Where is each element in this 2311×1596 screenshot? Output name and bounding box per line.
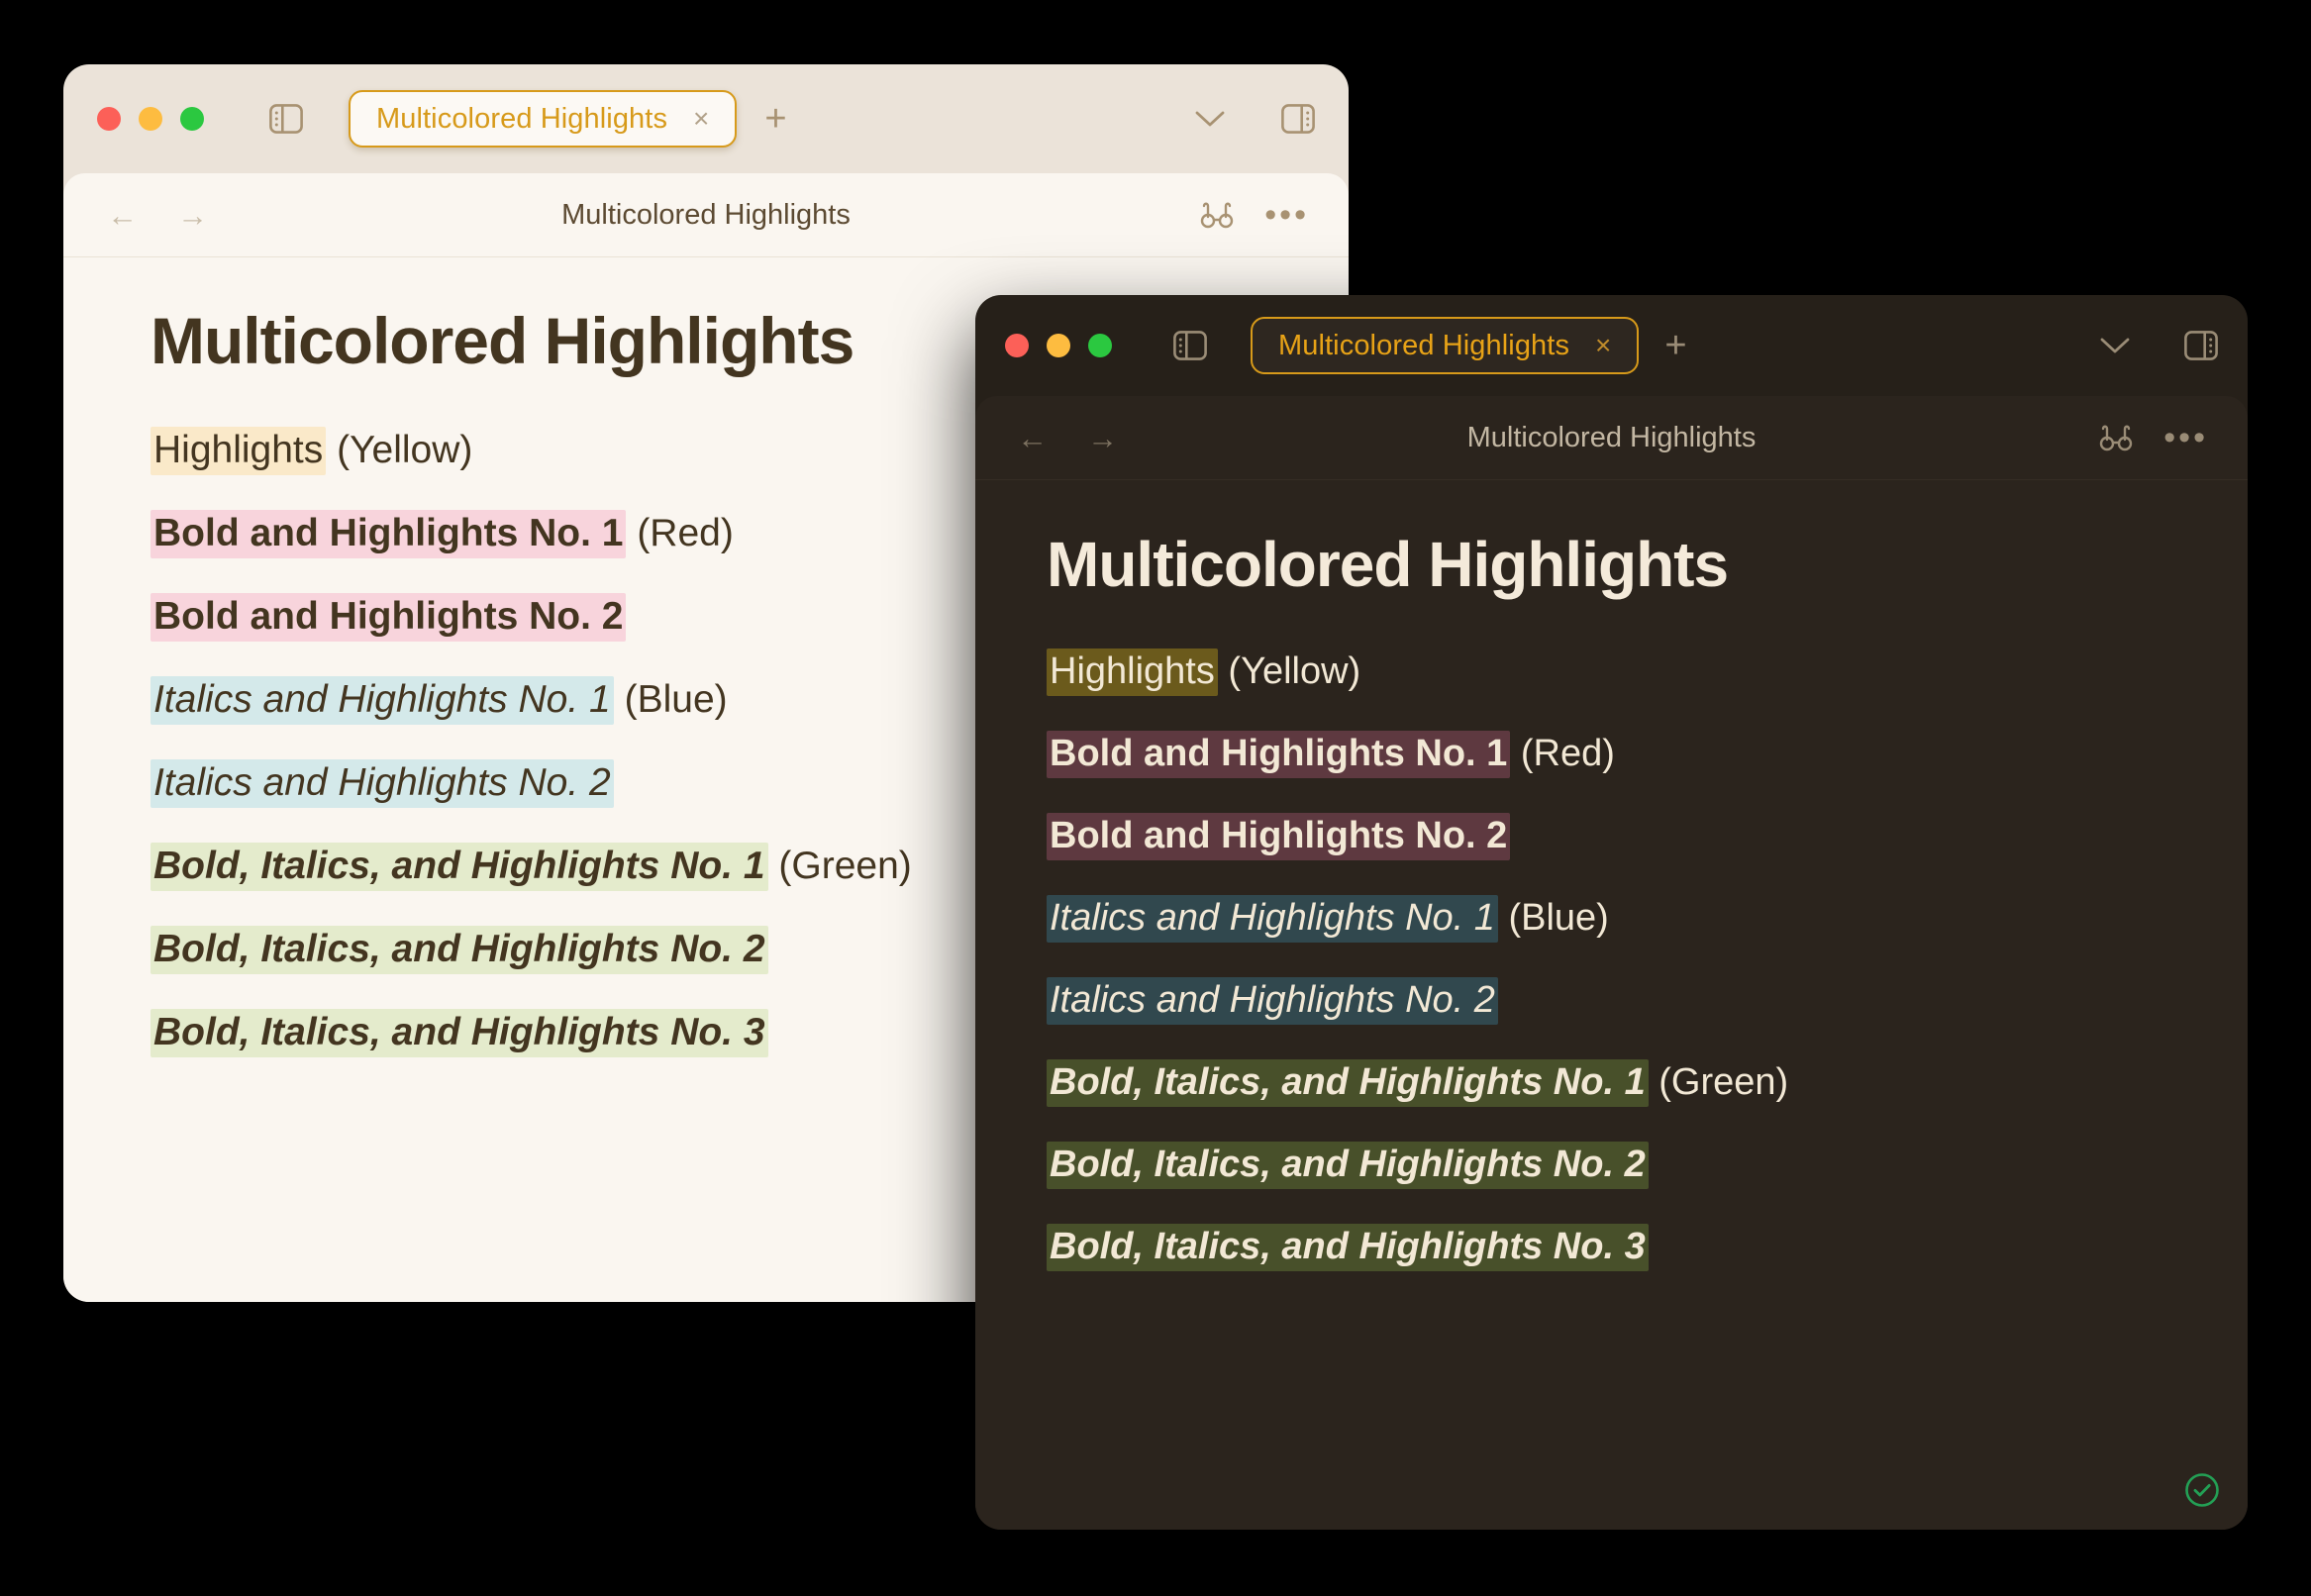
line-suffix: (Yellow): [326, 428, 473, 471]
highlight-blue: Italics and Highlights No. 2: [1047, 977, 1498, 1026]
back-button[interactable]: ←: [1017, 423, 1048, 453]
highlight-red: Bold and Highlights No. 1: [151, 509, 627, 558]
highlight-line: Highlights (Yellow): [1047, 648, 2248, 697]
document-toolbar: ← → Multicolored Highlights •••: [63, 173, 1349, 256]
sidebar-right-icon[interactable]: [1281, 104, 1315, 134]
new-tab-button[interactable]: +: [764, 100, 786, 138]
highlight-line: Italics and Highlights No. 2: [1047, 977, 2248, 1026]
tab-close-icon[interactable]: ×: [1595, 332, 1611, 359]
minimize-window-button[interactable]: [139, 107, 162, 131]
navigation-arrows: ← →: [1017, 423, 1118, 453]
sidebar-left-icon[interactable]: [1173, 331, 1207, 360]
highlight-blue: Italics and Highlights No. 1: [1047, 895, 1498, 944]
document-toolbar: ← → Multicolored Highlights •••: [975, 396, 2248, 479]
page-title: Multicolored Highlights: [1047, 529, 1729, 600]
line-suffix: (Red): [626, 511, 734, 554]
toolbar-right-controls: •••: [2098, 421, 2208, 454]
highlight-green: Bold, Italics, and Highlights No. 1: [1047, 1059, 1649, 1108]
titlebar-right-controls: [1194, 104, 1315, 134]
tab-multicolored-highlights[interactable]: Multicolored Highlights ×: [1251, 317, 1640, 374]
tab-close-icon[interactable]: ×: [693, 105, 709, 133]
traffic-lights: [1005, 334, 1112, 357]
highlight-blue: Italics and Highlights No. 1: [151, 675, 614, 725]
maximize-window-button[interactable]: [180, 107, 204, 131]
minimize-window-button[interactable]: [1047, 334, 1070, 357]
titlebar: Multicolored Highlights × +: [975, 295, 2248, 396]
check-circle-icon: [2185, 1473, 2219, 1507]
highlight-line: Bold, Italics, and Highlights No. 3: [1047, 1224, 2248, 1272]
close-window-button[interactable]: [1005, 334, 1029, 357]
chevron-down-icon[interactable]: [1194, 109, 1226, 129]
highlight-line: Bold and Highlights No. 1 (Red): [1047, 731, 2248, 779]
new-tab-button[interactable]: +: [1664, 327, 1686, 364]
highlight-line: Bold, Italics, and Highlights No. 1 (Gre…: [1047, 1059, 2248, 1108]
line-suffix: (Blue): [613, 677, 728, 721]
highlight-line: Bold, Italics, and Highlights No. 2: [1047, 1142, 2248, 1190]
document-body: Multicolored Highlights Highlights (Yell…: [975, 480, 2248, 1272]
tab-multicolored-highlights[interactable]: Multicolored Highlights ×: [349, 90, 738, 148]
tab-label: Multicolored Highlights: [376, 102, 668, 135]
sidebar-right-icon[interactable]: [2184, 331, 2218, 360]
forward-button[interactable]: →: [1087, 423, 1118, 453]
highlight-green: Bold, Italics, and Highlights No. 3: [1047, 1224, 1649, 1272]
highlight-line: Bold and Highlights No. 2: [1047, 813, 2248, 861]
more-options-button[interactable]: •••: [2163, 421, 2208, 454]
maximize-window-button[interactable]: [1088, 334, 1112, 357]
sidebar-left-icon[interactable]: [269, 104, 303, 134]
forward-button[interactable]: →: [177, 200, 208, 231]
document-title: Multicolored Highlights: [1466, 421, 1757, 453]
highlight-yellow: Highlights: [151, 426, 327, 475]
line-suffix: (Red): [1510, 733, 1615, 775]
titlebar: Multicolored Highlights × +: [63, 64, 1349, 173]
highlight-yellow: Highlights: [1047, 648, 1218, 697]
line-suffix: (Yellow): [1217, 650, 1361, 693]
document-title: Multicolored Highlights: [561, 198, 851, 231]
line-suffix: (Green): [1648, 1061, 1789, 1104]
highlight-green: Bold, Italics, and Highlights No. 3: [151, 1008, 768, 1057]
chevron-down-icon[interactable]: [2099, 336, 2131, 355]
glasses-icon[interactable]: [1199, 200, 1235, 230]
more-options-button[interactable]: •••: [1264, 198, 1309, 232]
back-button[interactable]: ←: [107, 200, 138, 231]
highlight-red: Bold and Highlights No. 2: [151, 592, 627, 642]
content-panel: ← → Multicolored Highlights ••• Multicol…: [975, 396, 2248, 1530]
status-badge[interactable]: [2182, 1470, 2222, 1510]
dark-theme-window: Multicolored Highlights × + ← → Multicol…: [975, 295, 2248, 1530]
line-suffix: (Blue): [1497, 897, 1609, 940]
highlight-line: Italics and Highlights No. 1 (Blue): [1047, 895, 2248, 944]
highlight-green: Bold, Italics, and Highlights No. 2: [1047, 1142, 1649, 1190]
titlebar-right-controls: [2099, 331, 2218, 360]
highlight-green: Bold, Italics, and Highlights No. 1: [151, 842, 768, 891]
highlight-blue: Italics and Highlights No. 2: [151, 758, 614, 808]
tab-label: Multicolored Highlights: [1278, 329, 1570, 361]
close-window-button[interactable]: [97, 107, 121, 131]
line-suffix: (Green): [767, 844, 912, 887]
highlight-red: Bold and Highlights No. 2: [1047, 813, 1511, 861]
toolbar-right-controls: •••: [1199, 198, 1309, 232]
navigation-arrows: ← →: [107, 200, 208, 231]
traffic-lights: [97, 107, 204, 131]
highlight-green: Bold, Italics, and Highlights No. 2: [151, 925, 768, 974]
highlight-red: Bold and Highlights No. 1: [1047, 731, 1511, 779]
glasses-icon[interactable]: [2098, 423, 2134, 452]
